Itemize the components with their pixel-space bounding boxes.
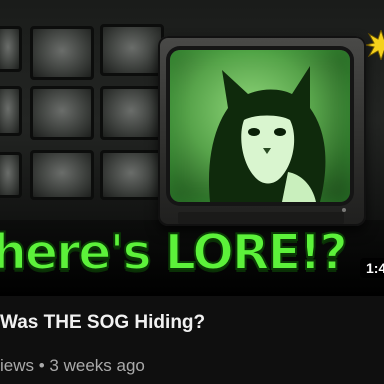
sun-badge-icon bbox=[366, 30, 384, 60]
cat-image bbox=[208, 66, 326, 202]
thumbnail-overlay-text: here's LORE!? bbox=[0, 223, 349, 282]
video-meta: iews • 3 weeks ago bbox=[0, 356, 145, 375]
duration-badge: 1:4 bbox=[360, 258, 384, 278]
crt-base bbox=[178, 212, 344, 224]
video-thumbnail[interactable]: here's LORE!? 1:4 bbox=[0, 0, 384, 296]
crt-screen bbox=[170, 50, 350, 202]
video-card[interactable]: here's LORE!? 1:4 Was THE SOG Hiding? ie… bbox=[0, 0, 384, 384]
crt-monitor bbox=[158, 36, 366, 226]
power-led bbox=[342, 208, 346, 212]
video-title[interactable]: Was THE SOG Hiding? bbox=[0, 312, 205, 334]
